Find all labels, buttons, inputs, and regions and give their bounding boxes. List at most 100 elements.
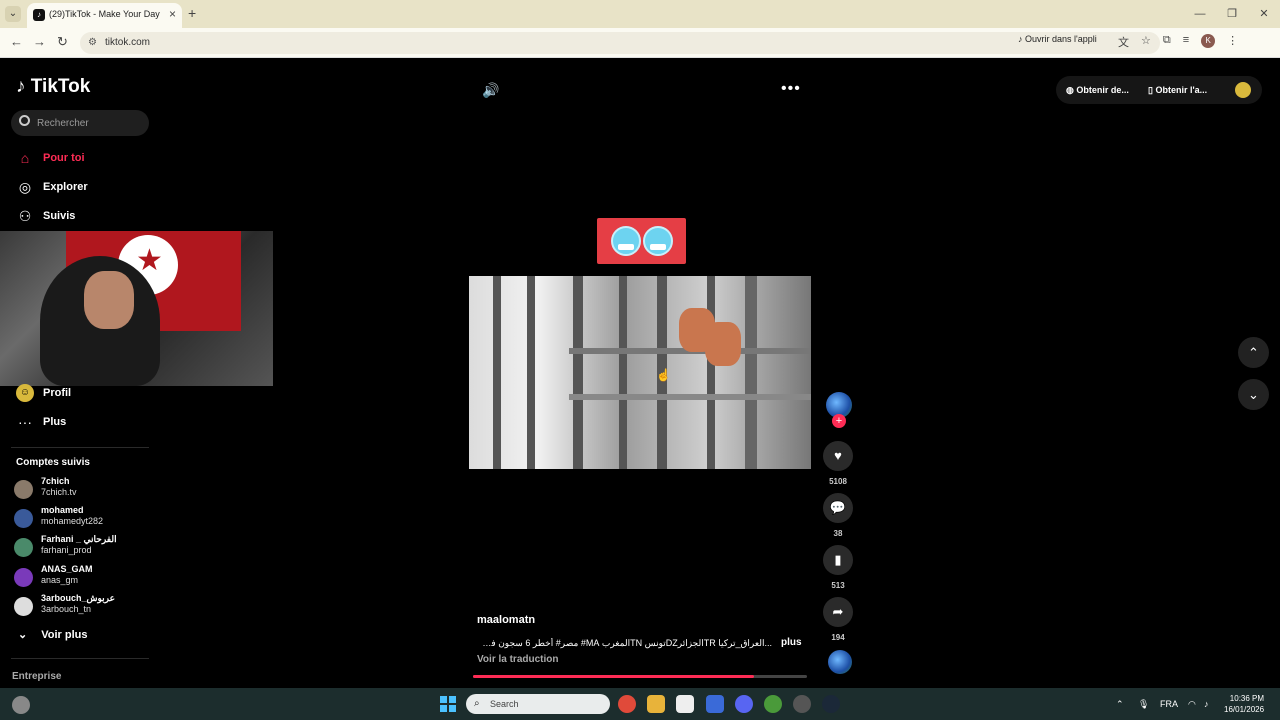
bookmark-star-icon[interactable]: ☆ <box>1141 34 1151 50</box>
avatar <box>14 538 33 557</box>
nav-label-profile: Profil <box>43 387 72 399</box>
taskbar-clock[interactable]: 10:36 PM 16/01/2026 <box>1224 693 1264 715</box>
get-desktop-button[interactable]: ◍ Obtenir de... <box>1066 85 1129 96</box>
get-app-button[interactable]: ▯ Obtenir l'a... <box>1148 85 1207 96</box>
nav-item-following[interactable]: ⚇ Suivis <box>16 206 76 226</box>
fist-image <box>705 322 741 366</box>
see-more-label: Voir plus <box>41 628 88 641</box>
followed-account[interactable]: 3arbouch_عربوش 3arbouch_tn <box>14 593 115 616</box>
video-author[interactable]: maalomatn <box>477 614 535 626</box>
new-tab-button[interactable]: + <box>188 5 196 21</box>
save-count: 513 <box>831 581 845 590</box>
nav-item-explore[interactable]: ◎ Explorer <box>16 177 88 197</box>
volume-icon[interactable]: 🔊 <box>482 82 499 99</box>
open-in-app-button[interactable]: ♪ Ouvrir dans l'appli <box>1018 34 1097 44</box>
avatar <box>14 597 33 616</box>
language-indicator[interactable]: FRA <box>1160 699 1178 709</box>
discord-icon[interactable] <box>735 695 753 713</box>
hand-cursor-icon: ☝ <box>656 368 671 382</box>
nav-item-for-you[interactable]: ⌂ Pour toi <box>16 148 85 168</box>
video-player[interactable] <box>469 276 811 469</box>
taskbar-search[interactable]: ⌕ Search <box>466 694 610 714</box>
back-icon[interactable]: ← <box>10 34 23 49</box>
next-video-button[interactable]: ⌄ <box>1238 379 1269 410</box>
compass-icon: ◎ <box>18 179 32 195</box>
translate-icon[interactable]: 文 <box>1118 34 1129 50</box>
followed-account[interactable]: 7chich 7chich.tv <box>14 476 77 499</box>
tab-close-button[interactable]: × <box>169 7 176 21</box>
url-field[interactable]: ⚙ tiktok.com <box>80 32 1160 54</box>
extensions-icon[interactable]: ⧉ <box>1163 34 1171 50</box>
tray-chevron-up-icon[interactable]: ⌃ <box>1116 699 1124 710</box>
site-info-icon[interactable]: ⚙ <box>88 37 97 48</box>
maximize-button[interactable]: ❐ <box>1216 0 1248 28</box>
close-window-button[interactable]: ✕ <box>1248 0 1280 28</box>
browser-tab[interactable]: ♪ (29)TikTok - Make Your Day × <box>27 3 182 28</box>
search-input[interactable]: Rechercher <box>11 110 149 136</box>
start-button[interactable] <box>440 696 456 712</box>
user-avatar[interactable] <box>1235 82 1251 98</box>
followed-account[interactable]: ANAS_GAM anas_gm <box>14 564 93 587</box>
prison-bar <box>707 276 715 469</box>
profile-avatar[interactable]: K <box>1201 34 1216 48</box>
tiktok-small-icon: ♪ <box>1018 34 1026 44</box>
store-icon[interactable] <box>676 695 694 713</box>
chrome-icon[interactable] <box>618 695 636 713</box>
microphone-icon[interactable]: 🎙 <box>1138 699 1149 710</box>
music-disc-icon[interactable] <box>828 650 852 674</box>
followed-account[interactable]: Farhani _ الفرحاني farhani_prod <box>14 534 117 557</box>
chevron-up-icon: ⌃ <box>1248 345 1259 360</box>
minimize-button[interactable]: — <box>1184 0 1216 28</box>
video-progress-fill <box>473 675 754 678</box>
share-button[interactable]: ➦ <box>823 597 853 627</box>
video-progress-bar[interactable] <box>473 675 807 678</box>
like-button[interactable]: ♥ <box>823 441 853 471</box>
account-name: Farhani _ الفرحاني <box>41 534 117 544</box>
nav-label-for-you: Pour toi <box>43 152 85 164</box>
nav-item-profile[interactable]: ☺ Profil <box>16 383 71 403</box>
cold-face-icon <box>642 226 673 256</box>
tab-title: (29)TikTok - Make Your Day <box>49 9 160 19</box>
speaker-icon[interactable]: ♪ <box>1204 699 1209 709</box>
prison-crossbar <box>569 394 811 400</box>
get-desktop-label: Obtenir de... <box>1076 85 1129 95</box>
cold-face-icon <box>610 226 641 256</box>
followed-account[interactable]: mohamed mohamedyt282 <box>14 505 103 528</box>
mail-icon[interactable] <box>706 695 724 713</box>
address-toolbar: 文 ☆ ⧉ ≡ K ⋮ <box>1118 34 1238 50</box>
share-arrow-icon: ➦ <box>832 604 844 619</box>
tiktok-logo[interactable]: ♪ TikTok <box>16 76 90 98</box>
nav-item-more[interactable]: ··· Plus <box>16 412 66 432</box>
github-icon[interactable] <box>793 695 811 713</box>
search-icon <box>19 115 30 126</box>
previous-video-button[interactable]: ⌃ <box>1238 337 1269 368</box>
file-explorer-icon[interactable] <box>647 695 665 713</box>
window-controls: — ❐ ✕ <box>1184 0 1280 28</box>
chrome-active-icon[interactable] <box>764 695 782 713</box>
account-handle: farhani_prod <box>41 545 92 555</box>
entreprise-link[interactable]: Entreprise <box>12 671 61 682</box>
account-name: 7chich <box>41 476 70 486</box>
widgets-icon[interactable] <box>12 696 30 714</box>
browser-menu-icon[interactable]: ⋮ <box>1227 34 1238 50</box>
chevron-down-icon: ⌄ <box>1248 387 1259 402</box>
reading-list-icon[interactable]: ≡ <box>1183 34 1189 50</box>
steam-icon[interactable] <box>822 695 840 713</box>
more-options-icon[interactable]: ••• <box>781 80 801 98</box>
reload-icon[interactable]: ↻ <box>57 34 68 50</box>
forward-icon[interactable]: → <box>33 34 46 49</box>
comment-button[interactable]: 💬 <box>823 493 853 523</box>
prison-bar <box>745 276 757 469</box>
wifi-icon[interactable]: ◠ <box>1188 699 1196 710</box>
nav-label-explore: Explorer <box>43 181 88 193</box>
avatar <box>14 568 33 587</box>
followed-accounts-title: Comptes suivis <box>16 457 90 468</box>
description-more-button[interactable]: plus <box>781 637 802 648</box>
tab-search-button[interactable]: ⌄ <box>5 6 21 22</box>
see-more-button[interactable]: ⌄ Voir plus <box>18 628 88 642</box>
clock-time: 10:36 PM <box>1229 694 1265 703</box>
get-app-label: Obtenir l'a... <box>1155 85 1208 95</box>
save-button[interactable]: ▮ <box>823 545 853 575</box>
follow-plus-button[interactable]: + <box>832 414 846 428</box>
see-translation-link[interactable]: Voir la traduction <box>477 654 559 665</box>
